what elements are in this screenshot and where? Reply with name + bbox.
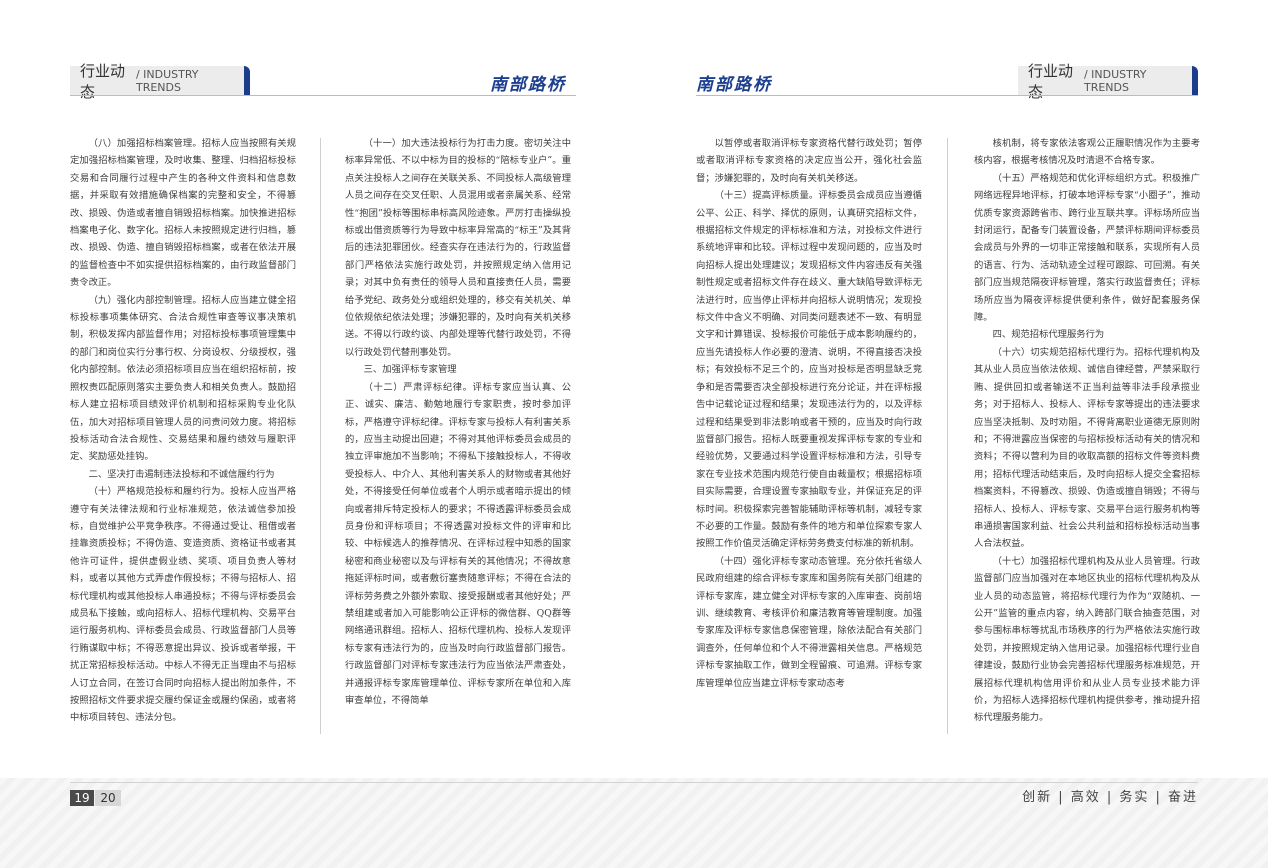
- paragraph: 核机制，将专家依法客观公正履职情况作为主要考核内容，根据考核情况及时清退不合格专…: [974, 138, 1200, 167]
- paragraph: 二、坚决打击遏制违法投标和不诚信履约行为: [88, 468, 275, 480]
- paragraph: （十五）严格规范和优化评标组织方式。积极推广网络远程异地评标，打破本地评标专家“…: [974, 172, 1200, 324]
- left-page: 行业动态 / INDUSTRY TRENDS 南部路桥 （八）加强招标档案管理。…: [0, 0, 634, 868]
- footer-slogan: 创新 | 高效 | 务实 | 奋进: [1022, 790, 1198, 805]
- paragraph: （十）严格规范投标和履约行为。投标人应当严格遵守有关法律法规和行业标准规范，依法…: [70, 486, 296, 724]
- section-title-en: / INDUSTRY TRENDS: [135, 68, 199, 94]
- paragraph: 以暂停或者取消评标专家资格代替行政处罚；暂停或者取消评标专家资格的决定应当公开，…: [696, 138, 922, 184]
- section-title-en: / INDUSTRY TRENDS: [1083, 68, 1147, 94]
- paragraph: （十七）加强招标代理机构及从业人员管理。行政监督部门应当加强对在本地区执业的招标…: [974, 555, 1200, 724]
- text-column-2: （十一）加大违法投标行为打击力度。密切关注中标率异常低、不以中标为目的投标的“陪…: [345, 135, 571, 709]
- column-divider: [320, 138, 321, 734]
- paragraph: （十六）切实规范招标代理行为。招标代理机构及其从业人员应当依法依规、诚信自律经营…: [974, 346, 1200, 550]
- brand-logo-right: 南部路桥: [696, 75, 772, 95]
- section-tab-right: 行业动态 / INDUSTRY TRENDS: [1018, 62, 1192, 101]
- header-rule-right: [696, 95, 1198, 96]
- tab-accent-left: [244, 66, 250, 96]
- paragraph: （十四）强化评标专家动态管理。充分依托省级人民政府组建的综合评标专家库和国务院有…: [696, 555, 922, 689]
- text-column-4: 核机制，将专家依法客观公正履职情况作为主要考核内容，根据考核情况及时清退不合格专…: [974, 135, 1200, 727]
- paragraph: （十二）严肃评标纪律。评标专家应当认真、公正、诚实、廉洁、勤勉地履行专家职责，按…: [345, 381, 571, 706]
- paragraph: （九）强化内部控制管理。招标人应当建立健全招标投标事项集体研究、合法合规性审查等…: [70, 294, 296, 463]
- paragraph: （十三）提高评标质量。评标委员会成员应当遵循公平、公正、科学、择优的原则，认真研…: [696, 190, 922, 550]
- right-page: 南部路桥 行业动态 / INDUSTRY TRENDS 以暂停或者取消评标专家资…: [634, 0, 1268, 868]
- text-column-1: （八）加强招标档案管理。招标人应当按照有关规定加强招标档案管理，及时收集、整理、…: [70, 135, 296, 727]
- paragraph: 四、规范招标代理服务行为: [992, 329, 1105, 341]
- column-divider: [947, 138, 948, 734]
- paragraph: （八）加强招标档案管理。招标人应当按照有关规定加强招标档案管理，及时收集、整理、…: [70, 138, 296, 289]
- tab-accent-right: [1192, 66, 1198, 96]
- header-rule-left: [70, 95, 576, 96]
- paragraph: 三、加强评标专家管理: [363, 364, 457, 376]
- page-number-left: 19: [70, 790, 94, 806]
- section-tab-left: 行业动态 / INDUSTRY TRENDS: [70, 62, 244, 101]
- footer-rule: [70, 782, 1198, 783]
- paragraph: （十一）加大违法投标行为打击力度。密切关注中标率异常低、不以中标为目的投标的“陪…: [345, 138, 571, 358]
- text-column-3: 以暂停或者取消评标专家资格代替行政处罚；暂停或者取消评标专家资格的决定应当公开，…: [696, 135, 922, 692]
- page-number-right: 20: [95, 790, 121, 806]
- brand-logo-left: 南部路桥: [490, 75, 566, 95]
